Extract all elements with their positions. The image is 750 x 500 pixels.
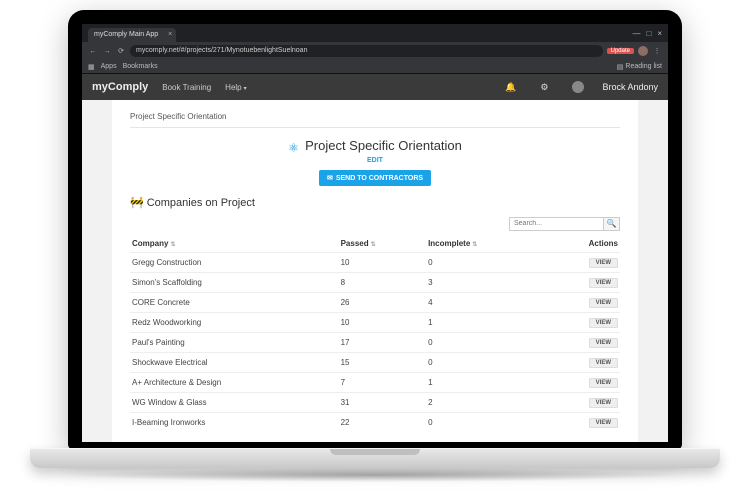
construction-icon: 🚧: [130, 197, 144, 209]
search-input[interactable]: [509, 217, 604, 231]
reading-list-icon[interactable]: ▤: [617, 63, 624, 71]
sort-icon: ⇅: [472, 242, 477, 248]
breadcrumb: Project Specific Orientation: [130, 108, 620, 128]
view-button[interactable]: VIEW: [589, 318, 618, 328]
cell-incomplete: 3: [426, 272, 545, 292]
gear-icon[interactable]: ⚙: [540, 82, 548, 93]
cell-incomplete: 0: [426, 352, 545, 372]
view-button[interactable]: VIEW: [589, 358, 618, 368]
bookmarks-bar: ▦ Apps Bookmarks ▤ Reading list: [82, 60, 668, 74]
update-badge[interactable]: Update: [607, 48, 634, 54]
back-icon[interactable]: ←: [88, 48, 98, 55]
section-heading: 🚧Companies on Project: [130, 196, 620, 209]
search-button[interactable]: 🔍: [604, 217, 620, 231]
bell-icon[interactable]: 🔔: [505, 82, 516, 93]
table-row: Gregg Construction100 VIEW: [130, 252, 620, 272]
cell-passed: 26: [339, 292, 426, 312]
view-button[interactable]: VIEW: [589, 418, 618, 428]
view-button[interactable]: VIEW: [589, 398, 618, 408]
forward-icon[interactable]: →: [102, 48, 112, 55]
address-bar[interactable]: mycomply.net/#/projects/271/Mynotuebenli…: [130, 45, 603, 57]
table-row: CORE Concrete264 VIEW: [130, 292, 620, 312]
bookmarks-label[interactable]: Bookmarks: [123, 63, 158, 70]
kebab-icon[interactable]: ⋮: [652, 47, 662, 55]
apps-label[interactable]: Apps: [101, 63, 117, 70]
col-incomplete[interactable]: Incomplete⇅: [426, 235, 545, 253]
cell-company: Shockwave Electrical: [130, 352, 339, 372]
window-close-icon[interactable]: ×: [657, 29, 662, 38]
cell-incomplete: 0: [426, 252, 545, 272]
user-avatar[interactable]: [572, 81, 584, 93]
cell-company: Gregg Construction: [130, 252, 339, 272]
cell-incomplete: 4: [426, 292, 545, 312]
companies-table: Company⇅ Passed⇅ Incomplete⇅ Actions Gre…: [130, 235, 620, 432]
browser-tab[interactable]: myComply Main App ×: [88, 28, 176, 42]
app-header: myComply Book Training Help▾ 🔔 ⚙ Brock A…: [82, 74, 668, 100]
cell-passed: 10: [339, 252, 426, 272]
cell-incomplete: 1: [426, 372, 545, 392]
apps-icon[interactable]: ▦: [88, 63, 95, 71]
send-to-contractors-button[interactable]: ✉SEND TO CONTRACTORS: [319, 170, 431, 186]
cell-passed: 22: [339, 412, 426, 432]
window-maximize-icon[interactable]: □: [646, 29, 651, 38]
cell-company: WG Window & Glass: [130, 392, 339, 412]
cell-incomplete: 1: [426, 312, 545, 332]
cell-company: I-Beaming Ironworks: [130, 412, 339, 432]
edit-link[interactable]: EDIT: [130, 157, 620, 164]
reading-list-label[interactable]: Reading list: [625, 63, 662, 70]
col-passed[interactable]: Passed⇅: [339, 235, 426, 253]
reload-icon[interactable]: ⟳: [116, 47, 126, 55]
browser-tab-strip: myComply Main App × — □ ×: [82, 24, 668, 42]
cell-company: A+ Architecture & Design: [130, 372, 339, 392]
col-actions: Actions: [545, 235, 620, 253]
sort-icon: ⇅: [170, 242, 175, 248]
sort-icon: ⇅: [371, 242, 376, 248]
cell-company: Simon's Scaffolding: [130, 272, 339, 292]
cell-incomplete: 2: [426, 392, 545, 412]
laptop-base: [30, 448, 720, 468]
envelope-icon: ✉: [327, 175, 333, 182]
view-button[interactable]: VIEW: [589, 298, 618, 308]
user-name[interactable]: Brock Andony: [602, 82, 658, 92]
brand-logo[interactable]: myComply: [92, 81, 148, 93]
table-row: Redz Woodworking101 VIEW: [130, 312, 620, 332]
cell-passed: 17: [339, 332, 426, 352]
table-row: Shockwave Electrical150 VIEW: [130, 352, 620, 372]
view-button[interactable]: VIEW: [589, 338, 618, 348]
cell-passed: 8: [339, 272, 426, 292]
atom-icon: ⚛: [288, 141, 299, 155]
close-icon[interactable]: ×: [168, 28, 172, 42]
search-icon: 🔍: [607, 219, 617, 228]
cell-company: CORE Concrete: [130, 292, 339, 312]
table-row: A+ Architecture & Design71 VIEW: [130, 372, 620, 392]
cell-company: Paul's Painting: [130, 332, 339, 352]
cell-passed: 31: [339, 392, 426, 412]
chevron-down-icon: ▾: [244, 86, 247, 92]
table-row: Paul's Painting170 VIEW: [130, 332, 620, 352]
cell-passed: 15: [339, 352, 426, 372]
cell-passed: 7: [339, 372, 426, 392]
table-row: Simon's Scaffolding83 VIEW: [130, 272, 620, 292]
cell-incomplete: 0: [426, 332, 545, 352]
browser-toolbar: ← → ⟳ mycomply.net/#/projects/271/Mynotu…: [82, 42, 668, 60]
nav-help[interactable]: Help▾: [225, 83, 246, 92]
view-button[interactable]: VIEW: [589, 258, 618, 268]
table-row: WG Window & Glass312 VIEW: [130, 392, 620, 412]
cell-company: Redz Woodworking: [130, 312, 339, 332]
tab-title: myComply Main App: [94, 31, 158, 38]
profile-avatar-icon[interactable]: [638, 46, 648, 56]
window-minimize-icon[interactable]: —: [632, 29, 640, 38]
cell-incomplete: 0: [426, 412, 545, 432]
page-title: Project Specific Orientation: [305, 138, 462, 153]
nav-book-training[interactable]: Book Training: [162, 83, 211, 92]
col-company[interactable]: Company⇅: [130, 235, 339, 253]
view-button[interactable]: VIEW: [589, 378, 618, 388]
table-row: I-Beaming Ironworks220 VIEW: [130, 412, 620, 432]
cell-passed: 10: [339, 312, 426, 332]
view-button[interactable]: VIEW: [589, 278, 618, 288]
